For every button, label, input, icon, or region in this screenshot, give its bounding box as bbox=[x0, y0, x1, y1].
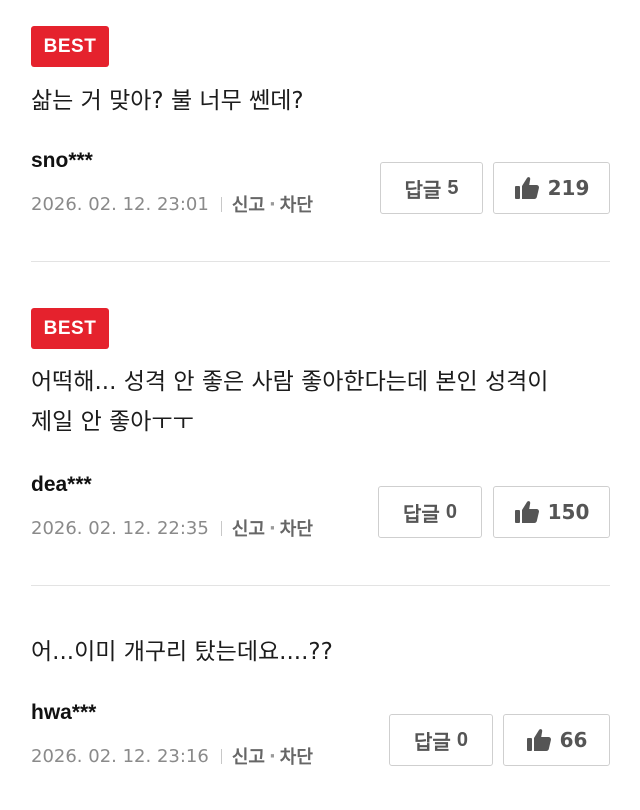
like-button[interactable]: 150 bbox=[493, 486, 610, 538]
meta-dot: · bbox=[268, 193, 276, 215]
reply-count: 0 bbox=[456, 728, 468, 751]
comment-text: 어떡해... 성격 안 좋은 사람 좋아한다는데 본인 성격이 제일 안 좋아ㅜ… bbox=[31, 369, 549, 435]
comment-item: BEST 삶는 거 맞아? 불 너무 쎈데? sno*** 2026. 02. … bbox=[0, 0, 640, 262]
comment-list: BEST 삶는 거 맞아? 불 너무 쎈데? sno*** 2026. 02. … bbox=[0, 0, 640, 810]
reply-label: 답글 bbox=[414, 729, 451, 754]
reply-count: 5 bbox=[447, 176, 459, 199]
block-link[interactable]: 차단 bbox=[280, 191, 313, 217]
comment-author: dea*** bbox=[31, 473, 92, 496]
like-count: 150 bbox=[547, 500, 590, 524]
reply-count: 0 bbox=[445, 500, 457, 523]
comment-datetime: 2026. 02. 12. 22:35 bbox=[31, 517, 209, 539]
report-link[interactable]: 신고 bbox=[232, 515, 265, 541]
thumbs-up-icon bbox=[514, 176, 540, 200]
comment-meta: 2026. 02. 12. 23:16 신고 · 차단 bbox=[31, 743, 313, 769]
like-button[interactable]: 66 bbox=[503, 714, 610, 766]
reply-button[interactable]: 답글 5 bbox=[380, 162, 483, 214]
reply-button[interactable]: 답글 0 bbox=[389, 714, 493, 766]
best-badge: BEST bbox=[31, 26, 109, 67]
meta-divider bbox=[220, 196, 222, 212]
like-count: 66 bbox=[559, 728, 588, 752]
comment-item: BEST 어떡해... 성격 안 좋은 사람 좋아한다는데 본인 성격이 제일 … bbox=[0, 262, 640, 586]
like-button[interactable]: 219 bbox=[493, 162, 610, 214]
comment-meta: 2026. 02. 12. 23:01 신고 · 차단 bbox=[31, 191, 313, 217]
like-count: 219 bbox=[547, 176, 590, 200]
comment-text: 어...이미 개구리 탔는데요....?? bbox=[31, 639, 333, 665]
block-link[interactable]: 차단 bbox=[280, 743, 313, 769]
meta-dot: · bbox=[268, 745, 276, 767]
meta-dot: · bbox=[268, 517, 276, 539]
reply-label: 답글 bbox=[403, 501, 440, 526]
comment-author: sno*** bbox=[31, 149, 93, 172]
block-link[interactable]: 차단 bbox=[280, 515, 313, 541]
comment-text: 삶는 거 맞아? 불 너무 쎈데? bbox=[31, 88, 304, 114]
thumbs-up-icon bbox=[526, 728, 552, 752]
best-badge: BEST bbox=[31, 308, 109, 349]
reply-button[interactable]: 답글 0 bbox=[378, 486, 482, 538]
comment-datetime: 2026. 02. 12. 23:16 bbox=[31, 745, 209, 767]
meta-divider bbox=[220, 748, 222, 764]
comment-datetime: 2026. 02. 12. 23:01 bbox=[31, 193, 209, 215]
meta-divider bbox=[220, 520, 222, 536]
thumbs-up-icon bbox=[514, 500, 540, 524]
comment-meta: 2026. 02. 12. 22:35 신고 · 차단 bbox=[31, 515, 313, 541]
report-link[interactable]: 신고 bbox=[232, 743, 265, 769]
report-link[interactable]: 신고 bbox=[232, 191, 265, 217]
reply-label: 답글 bbox=[404, 177, 442, 202]
comment-item: 어...이미 개구리 탔는데요....?? hwa*** 2026. 02. 1… bbox=[0, 586, 640, 810]
comment-author: hwa*** bbox=[31, 701, 97, 724]
